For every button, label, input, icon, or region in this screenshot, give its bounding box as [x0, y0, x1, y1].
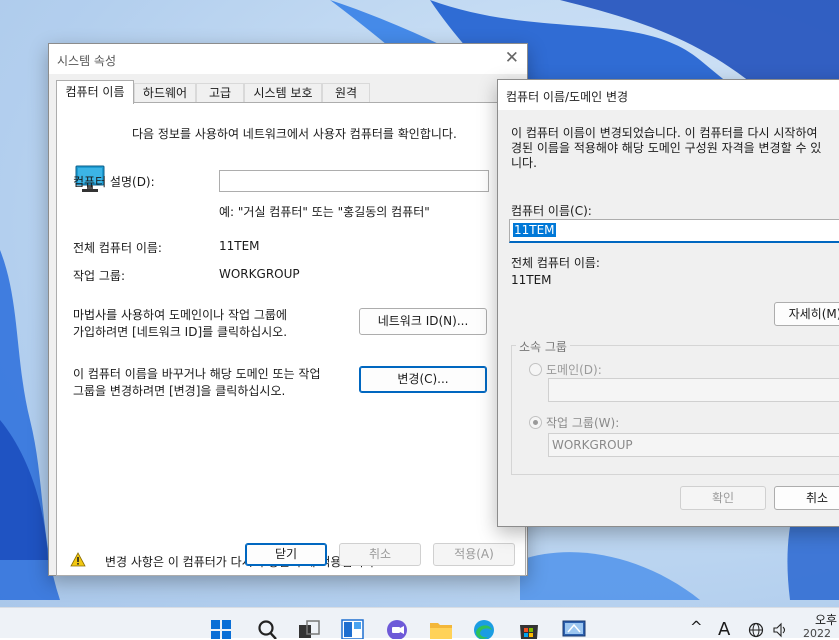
description-label: 컴퓨터 설명(D): — [73, 175, 155, 189]
widgets-icon[interactable] — [341, 619, 365, 639]
domain-radio[interactable] — [529, 363, 542, 376]
tab-advanced[interactable]: 고급 — [196, 83, 244, 103]
info-text-line2: 경된 이름을 적용해야 해당 도메인 구성원 자격을 변경할 수 있 — [511, 141, 822, 155]
volume-icon[interactable] — [772, 622, 788, 638]
system-properties-app-icon[interactable] — [562, 619, 586, 639]
clock-period[interactable]: 오후 — [815, 611, 837, 628]
store-icon[interactable] — [517, 619, 541, 639]
dialog-full-name-label: 전체 컴퓨터 이름: — [511, 256, 600, 270]
file-explorer-icon[interactable] — [429, 619, 453, 639]
title-bar: 시스템 속성 ✕ — [49, 44, 527, 74]
workgroup-radio-dot — [533, 420, 538, 425]
info-text-line3: 니다. — [511, 156, 537, 170]
rename-dialog: 컴퓨터 이름/도메인 변경 이 컴퓨터 이름이 변경되었습니다. 이 컴퓨터를 … — [497, 79, 839, 527]
member-of-label: 소속 그룹 — [516, 338, 570, 355]
dialog-workgroup-label: 작업 그룹(W): — [546, 416, 620, 430]
dialog-workgroup-value: WORKGROUP — [552, 438, 633, 452]
tab-computer-name[interactable]: 컴퓨터 이름 — [56, 80, 134, 104]
change-text-line2: 그룹을 변경하려면 [변경]을 클릭하십시오. — [73, 384, 286, 398]
workgroup-value: WORKGROUP — [219, 267, 300, 281]
network-id-text-line1: 마법사를 사용하여 도메인이나 작업 그룹에 — [73, 308, 287, 322]
search-icon[interactable] — [256, 619, 280, 639]
warning-text: 변경 사항은 이 컴퓨터가 다시 부팅된 후에 적용됩니다. — [105, 555, 379, 569]
cancel-button[interactable]: 취소 — [339, 543, 421, 566]
start-icon[interactable] — [210, 619, 234, 639]
taskbar: ^ A 오후 2022 — [0, 607, 839, 640]
computer-name-value: 11TEM — [513, 223, 556, 237]
computer-description-field[interactable] — [219, 170, 489, 192]
change-text-line1: 이 컴퓨터 이름을 바꾸거나 해당 도메인 또는 작업 — [73, 367, 321, 381]
dialog-title: 컴퓨터 이름/도메인 변경 — [506, 90, 629, 104]
more-button[interactable]: 자세히(M) — [774, 302, 839, 326]
window-title: 시스템 속성 — [57, 54, 117, 68]
network-id-text-line2: 가입하려면 [네트워크 ID]를 클릭하십시오. — [73, 325, 288, 339]
network-id-button[interactable]: 네트워크 ID(N)... — [359, 308, 487, 335]
tab-remote[interactable]: 원격 — [322, 83, 370, 103]
tab-hardware[interactable]: 하드웨어 — [134, 83, 196, 103]
tab-system-protection[interactable]: 시스템 보호 — [244, 83, 322, 103]
clock-date[interactable]: 2022 — [803, 627, 831, 640]
chat-icon[interactable] — [386, 619, 410, 639]
full-name-label: 전체 컴퓨터 이름: — [73, 241, 162, 255]
domain-label: 도메인(D): — [546, 363, 602, 377]
workgroup-label: 작업 그룹: — [73, 269, 126, 283]
tray-chevron-icon[interactable]: ^ — [690, 618, 703, 636]
workgroup-radio[interactable] — [529, 416, 542, 429]
workgroup-field[interactable]: WORKGROUP — [548, 433, 839, 457]
close-icon[interactable]: ✕ — [505, 48, 519, 68]
computer-name-panel: 다음 정보를 사용하여 네트워크에서 사용자 컴퓨터를 확인합니다. 컴퓨터 설… — [56, 102, 526, 576]
description-example: 예: "거실 컴퓨터" 또는 "홍길동의 컴퓨터" — [219, 205, 430, 219]
dialog-cancel-button[interactable]: 취소 — [774, 486, 839, 510]
change-button[interactable]: 변경(C)... — [359, 366, 487, 393]
dialog-title-bar: 컴퓨터 이름/도메인 변경 — [498, 80, 839, 110]
system-properties-window: 시스템 속성 ✕ 컴퓨터 이름 하드웨어 고급 시스템 보호 원격 다음 정보를… — [48, 43, 528, 576]
ok-button[interactable]: 확인 — [680, 486, 766, 510]
apply-button[interactable]: 적용(A) — [433, 543, 515, 566]
network-globe-icon[interactable] — [748, 622, 764, 638]
computer-name-field[interactable]: 11TEM — [509, 219, 839, 243]
full-name-value: 11TEM — [219, 239, 260, 253]
computer-name-label: 컴퓨터 이름(C): — [511, 204, 592, 218]
intro-text: 다음 정보를 사용하여 네트워크에서 사용자 컴퓨터를 확인합니다. — [132, 127, 457, 141]
domain-field[interactable] — [548, 378, 839, 402]
edge-icon[interactable] — [472, 619, 496, 639]
warning-icon — [70, 552, 86, 567]
close-button[interactable]: 닫기 — [245, 543, 327, 566]
dialog-full-name-value: 11TEM — [511, 273, 552, 287]
task-view-icon[interactable] — [298, 619, 322, 639]
